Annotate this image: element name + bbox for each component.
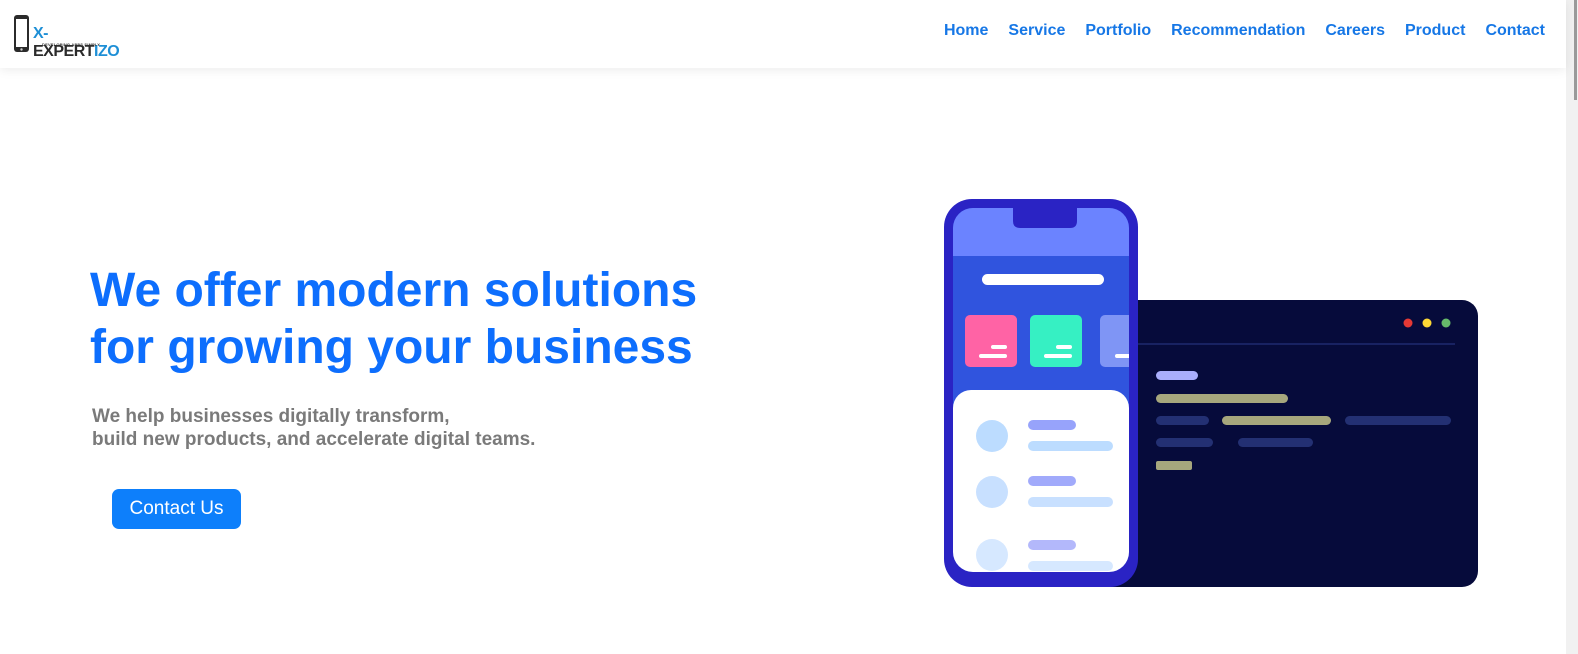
phone-header-bar	[982, 274, 1104, 285]
code-line	[1222, 416, 1331, 425]
code-line	[1156, 416, 1209, 425]
code-window	[1088, 300, 1478, 587]
code-line	[1156, 394, 1288, 403]
nav-recommendation[interactable]: Recommendation	[1171, 21, 1305, 41]
list-avatar	[976, 539, 1008, 571]
phone-notch	[1013, 208, 1077, 228]
nav-contact[interactable]: Contact	[1485, 21, 1545, 41]
logo-tagline: DEVELOPING APPS SIMPLY	[42, 42, 101, 47]
nav-service[interactable]: Service	[1008, 21, 1065, 41]
list-avatar	[976, 476, 1008, 508]
hero-title-line-2: for growing your business	[90, 321, 693, 374]
page-scrollbar[interactable]	[1566, 0, 1578, 654]
top-navbar: X-EXPERTIZO DEVELOPING APPS SIMPLY Home …	[0, 0, 1566, 68]
nav-careers[interactable]: Careers	[1325, 21, 1385, 41]
phone-logo-icon	[14, 15, 29, 52]
brand-logo[interactable]: X-EXPERTIZO DEVELOPING APPS SIMPLY	[12, 14, 124, 60]
nav-portfolio[interactable]: Portfolio	[1085, 21, 1151, 41]
code-line	[1345, 416, 1451, 425]
hero-title: We offer modern solutions for growing yo…	[90, 262, 697, 376]
list-avatar	[976, 420, 1008, 452]
hero-title-line-1: We offer modern solutions	[90, 264, 698, 317]
window-close-dot	[1403, 318, 1413, 328]
hero-subtitle-line-2: build new products, and accelerate digit…	[92, 429, 536, 450]
nav-home[interactable]: Home	[944, 21, 988, 41]
code-line	[1238, 438, 1313, 447]
window-minimize-dot	[1422, 318, 1432, 328]
scrollbar-thumb[interactable]	[1574, 0, 1577, 100]
code-line	[1156, 461, 1192, 470]
app-development-illustration	[944, 199, 1478, 587]
phone-mockup	[944, 199, 1138, 587]
contact-us-button[interactable]: Contact Us	[112, 489, 241, 529]
app-card-pink	[965, 315, 1017, 367]
code-line	[1156, 438, 1213, 447]
nav-product[interactable]: Product	[1405, 21, 1465, 41]
hero-subtitle-line-1: We help businesses digitally transform,	[92, 406, 450, 427]
window-maximize-dot	[1441, 318, 1451, 328]
code-line	[1156, 371, 1198, 380]
hero-subtitle: We help businesses digitally transform, …	[92, 405, 535, 451]
app-card-teal	[1030, 315, 1082, 367]
main-nav: Home Service Portfolio Recommendation Ca…	[944, 21, 1545, 41]
